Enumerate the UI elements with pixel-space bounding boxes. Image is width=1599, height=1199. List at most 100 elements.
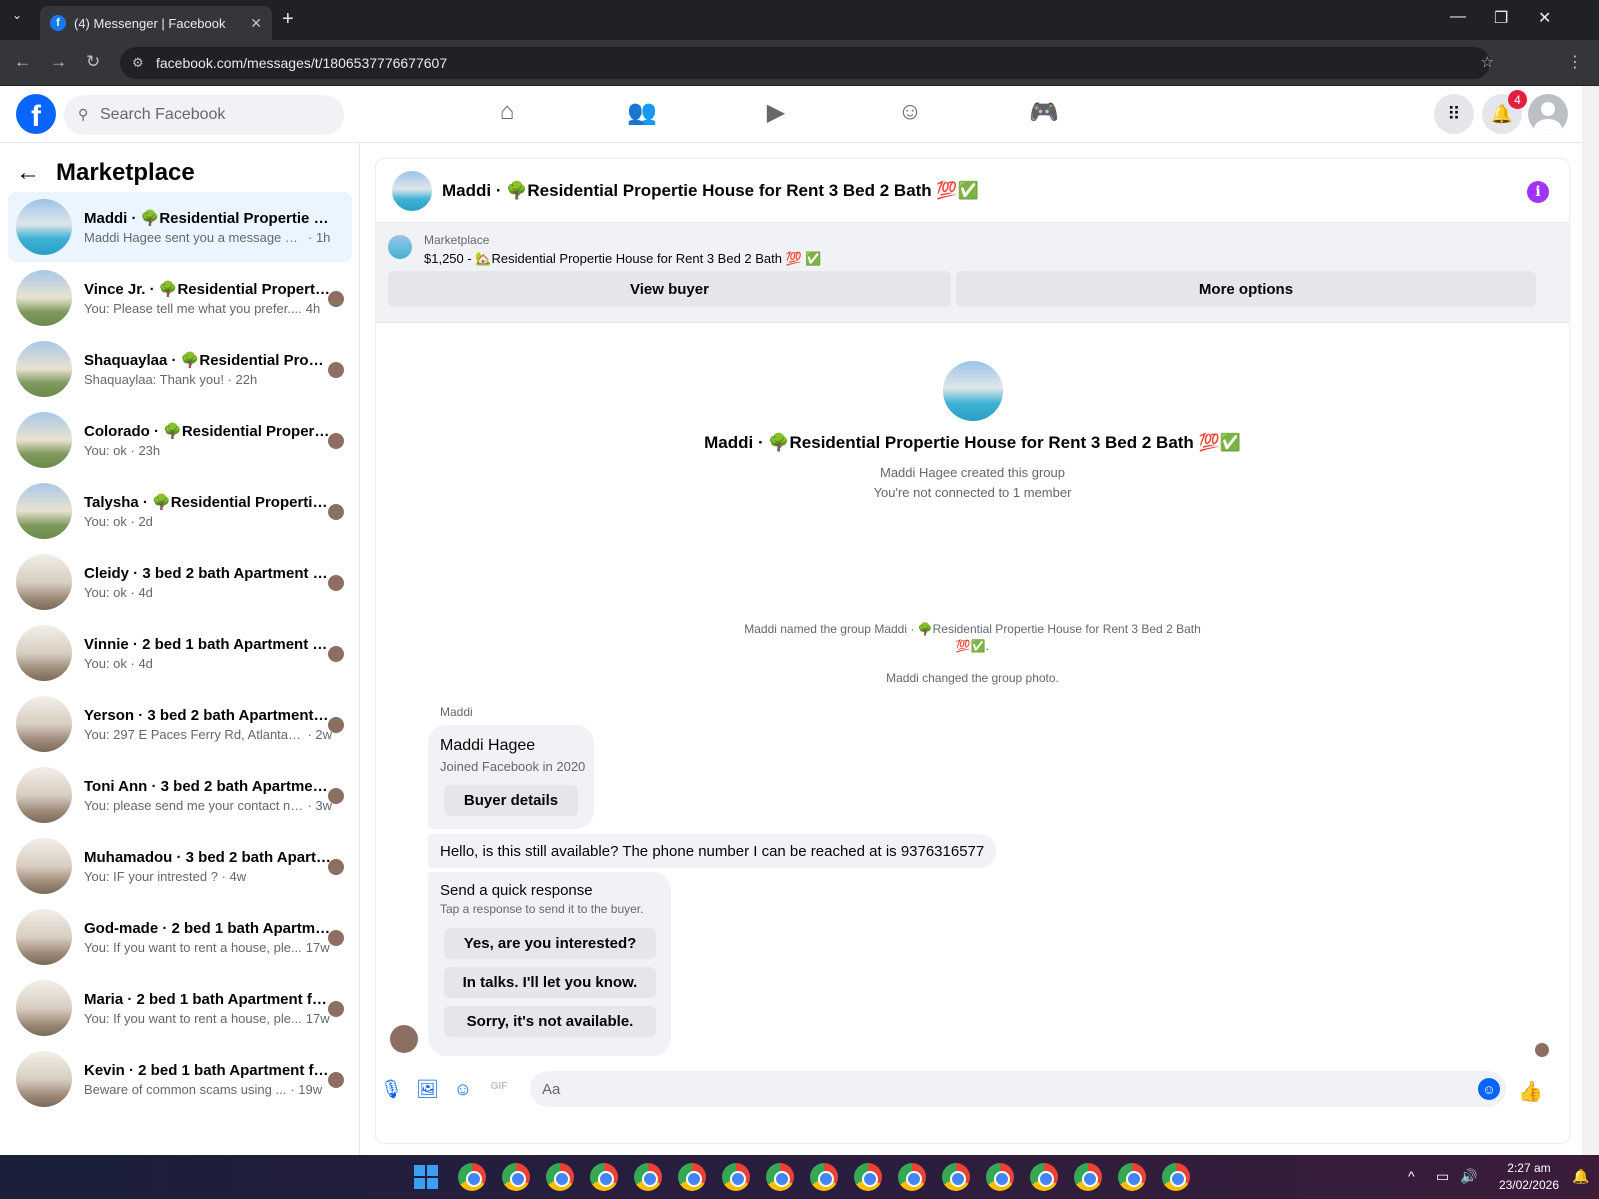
- conversation-item[interactable]: Maddi · 🌳Residential Propertie House for…: [8, 192, 352, 262]
- conversation-item[interactable]: Toni Ann · 3 bed 2 bath Apartment for Re…: [8, 760, 352, 830]
- chrome-taskbar-icon[interactable]: [810, 1163, 838, 1191]
- url-field[interactable]: ⚙ facebook.com/messages/t/18065377766776…: [120, 47, 1494, 79]
- volume-icon[interactable]: 🔊: [1460, 1168, 1477, 1185]
- quick-response-subtitle: Tap a response to send it to the buyer.: [440, 902, 644, 916]
- groups-icon[interactable]: ☺: [886, 98, 934, 130]
- chrome-taskbar-icon[interactable]: [634, 1163, 662, 1191]
- conversation-text: Colorado · 🌳Residential Propertie House …: [84, 422, 332, 458]
- chrome-taskbar-icon[interactable]: [1162, 1163, 1190, 1191]
- chrome-taskbar-icon[interactable]: [1030, 1163, 1058, 1191]
- conversation-time: · 1h: [308, 230, 331, 245]
- close-tab-icon[interactable]: ✕: [250, 15, 262, 32]
- conversation-text: Toni Ann · 3 bed 2 bath Apartment for Re…: [84, 778, 332, 813]
- new-tab-icon[interactable]: +: [282, 8, 294, 31]
- page-scrollbar[interactable]: [1582, 86, 1599, 1155]
- quick-response-yes-button[interactable]: Yes, are you interested?: [444, 928, 656, 959]
- conversation-name: Shaquaylaa · 🌳Residential Propertie Hous…: [84, 352, 332, 369]
- chrome-taskbar-icon[interactable]: [678, 1163, 706, 1191]
- chrome-taskbar-icon[interactable]: [722, 1163, 750, 1191]
- search-icon: ⚲: [78, 106, 89, 122]
- conversation-preview: You: If you want to rent a house, ple...: [84, 1010, 302, 1026]
- conversation-item[interactable]: Cleidy · 3 bed 2 bath Apartment for Rent…: [8, 547, 352, 617]
- view-buyer-button[interactable]: View buyer: [388, 271, 951, 307]
- group-photo[interactable]: [943, 361, 1003, 421]
- like-thumb-icon[interactable]: 👍: [1518, 1079, 1543, 1103]
- emoji-icon[interactable]: ☺: [1478, 1078, 1500, 1100]
- conversation-item[interactable]: Vinnie · 2 bed 1 bath Apartment for Rent…: [8, 618, 352, 688]
- conversation-preview: Maddi Hagee sent you a message ab...: [84, 230, 304, 245]
- account-avatar[interactable]: [1528, 94, 1568, 134]
- sender-avatar[interactable]: [390, 1025, 418, 1053]
- chrome-taskbar-icon[interactable]: [590, 1163, 618, 1191]
- tray-overflow-icon[interactable]: ^: [1408, 1168, 1415, 1184]
- browser-tab[interactable]: f (4) Messenger | Facebook ✕: [40, 6, 272, 40]
- conversation-text: Vince Jr. · 🌳Residential Propertie House…: [84, 280, 332, 316]
- reload-icon[interactable]: ↻: [86, 52, 100, 72]
- conversation-item[interactable]: Vince Jr. · 🌳Residential Propertie House…: [8, 263, 352, 333]
- conversation-preview-row: You: 297 E Paces Ferry Rd, Atlanta, ... ·…: [84, 727, 332, 742]
- taskbar-clock[interactable]: 2:27 am 23/02/2026: [1499, 1160, 1559, 1194]
- bookmark-star-icon[interactable]: ☆: [1481, 53, 1494, 71]
- conversation-item[interactable]: Shaquaylaa · 🌳Residential Propertie Hous…: [8, 334, 352, 404]
- conversation-item[interactable]: Maria · 2 bed 1 bath Apartment for Rent Y…: [8, 973, 352, 1043]
- message-input[interactable]: Aa ☺: [530, 1071, 1506, 1107]
- network-icon[interactable]: ▭: [1436, 1168, 1449, 1185]
- conversation-preview: Beware of common scams using ...: [84, 1081, 287, 1097]
- info-icon[interactable]: i: [1527, 181, 1549, 203]
- chrome-taskbar-icon[interactable]: [766, 1163, 794, 1191]
- forward-icon[interactable]: →: [50, 52, 67, 72]
- tab-list-icon[interactable]: ⌄: [12, 8, 22, 22]
- chrome-taskbar-icon[interactable]: [898, 1163, 926, 1191]
- conversation-avatar: [16, 199, 72, 255]
- photo-icon[interactable]: 🖼: [416, 1079, 439, 1101]
- facebook-logo-icon[interactable]: f: [16, 94, 56, 134]
- notification-center-icon[interactable]: 🔔: [1572, 1168, 1589, 1185]
- conversation-item[interactable]: Colorado · 🌳Residential Propertie House …: [8, 405, 352, 475]
- conversation-time: · 19w: [290, 1081, 323, 1097]
- chrome-taskbar-icon[interactable]: [986, 1163, 1014, 1191]
- gaming-icon[interactable]: 🎮: [1020, 98, 1068, 130]
- chrome-taskbar-icon[interactable]: [854, 1163, 882, 1191]
- back-icon[interactable]: ←: [14, 52, 31, 72]
- conversation-item[interactable]: God-made · 2 bed 1 bath Apartment for Re…: [8, 902, 352, 972]
- chrome-taskbar-icon[interactable]: [1074, 1163, 1102, 1191]
- search-input[interactable]: ⚲ Search Facebook: [64, 95, 344, 135]
- listing-title[interactable]: $1,250 - 🏡Residential Propertie House fo…: [424, 251, 822, 267]
- conversation-preview-row: Maddi Hagee sent you a message ab... · 1h: [84, 230, 332, 245]
- windows-start-icon[interactable]: [414, 1165, 438, 1189]
- quick-response-sorry-button[interactable]: Sorry, it's not available.: [444, 1006, 656, 1037]
- chrome-taskbar-icon[interactable]: [546, 1163, 574, 1191]
- chrome-taskbar-icon[interactable]: [458, 1163, 486, 1191]
- minimize-icon[interactable]: —: [1450, 8, 1466, 26]
- buyer-card: Maddi Hagee Joined Facebook in 2020 Buye…: [428, 725, 594, 829]
- listing-thumbnail[interactable]: [388, 235, 412, 259]
- conversation-preview: You: Please tell me what you prefer....: [84, 301, 302, 316]
- sender-name: Maddi: [440, 705, 473, 719]
- sticker-icon[interactable]: ☺: [452, 1079, 474, 1101]
- chrome-taskbar-icon[interactable]: [502, 1163, 530, 1191]
- microphone-icon[interactable]: 🎙: [380, 1079, 403, 1101]
- more-options-button[interactable]: More options: [956, 271, 1536, 307]
- friends-icon[interactable]: 👥: [618, 98, 666, 130]
- video-icon[interactable]: ▶: [752, 98, 800, 130]
- chat-avatar[interactable]: [392, 170, 432, 211]
- home-icon[interactable]: ⌂: [483, 98, 531, 130]
- clock-date: 23/02/2026: [1498, 1178, 1559, 1192]
- site-info-icon[interactable]: ⚙: [132, 55, 144, 71]
- chrome-taskbar-icon[interactable]: [942, 1163, 970, 1191]
- quick-response-talks-button[interactable]: In talks. I'll let you know.: [444, 967, 656, 998]
- chrome-taskbar-icon[interactable]: [1118, 1163, 1146, 1191]
- back-arrow-icon[interactable]: ←: [16, 159, 40, 187]
- message-bubble[interactable]: Hello, is this still available? The phon…: [428, 834, 997, 868]
- conversation-item[interactable]: Talysha · 🌳Residential Propertie House f…: [8, 476, 352, 546]
- menu-grid-icon[interactable]: ⠿: [1434, 94, 1474, 134]
- close-window-icon[interactable]: ✕: [1538, 8, 1551, 28]
- conversation-item[interactable]: Yerson · 3 bed 2 bath Apartment for Rent…: [8, 689, 352, 759]
- chat-title[interactable]: Maddi · 🌳Residential Propertie House for…: [442, 181, 979, 201]
- browser-menu-icon[interactable]: ⋮: [1567, 52, 1583, 72]
- conversation-item[interactable]: Muhamadou · 3 bed 2 bath Apartment for R…: [8, 831, 352, 901]
- conversation-item[interactable]: Kevin · 2 bed 1 bath Apartment for Rent B…: [8, 1044, 352, 1114]
- restore-icon[interactable]: ❐: [1494, 8, 1508, 28]
- gif-icon[interactable]: GIF: [488, 1081, 510, 1103]
- buyer-details-button[interactable]: Buyer details: [444, 785, 578, 816]
